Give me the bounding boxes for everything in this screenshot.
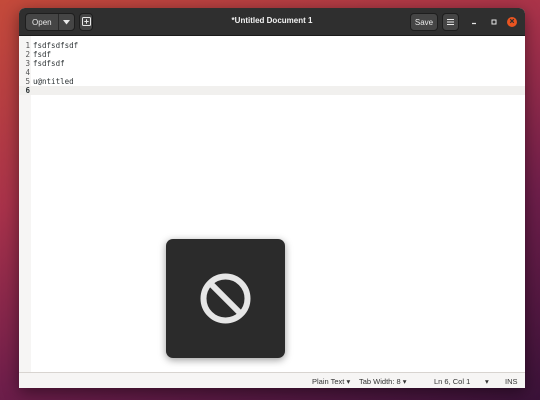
- chevron-down-icon[interactable]: ▾: [485, 377, 489, 386]
- header-bar: Open *Untitled Document 1 Save: [19, 8, 525, 36]
- minimize-icon: [471, 18, 477, 27]
- close-icon: [509, 18, 515, 26]
- line-text[interactable]: fsdfsdfsdf: [33, 41, 78, 50]
- menu-button[interactable]: [442, 13, 459, 31]
- chevron-down-icon: ▾: [346, 377, 351, 386]
- save-button[interactable]: Save: [410, 13, 438, 31]
- close-button[interactable]: [507, 17, 517, 27]
- line-number: 2: [25, 50, 30, 59]
- language-selector[interactable]: Plain Text ▾: [312, 377, 350, 386]
- tab-width-selector[interactable]: Tab Width: 8 ▾: [359, 377, 407, 386]
- line-number: 3: [25, 59, 30, 68]
- line-number: 6: [25, 86, 30, 95]
- status-bar: Plain Text ▾ Tab Width: 8 ▾ Ln 6, Col 1 …: [19, 372, 525, 388]
- no-entry-icon: [200, 273, 251, 324]
- hamburger-menu-icon: [447, 18, 454, 27]
- osd-popup: [166, 239, 285, 358]
- line-number: 1: [25, 41, 30, 50]
- insert-mode-indicator[interactable]: INS: [505, 377, 518, 386]
- line-text[interactable]: fsdfsdf: [33, 59, 65, 68]
- chevron-down-icon: ▾: [402, 377, 407, 386]
- editor-line[interactable]: 4: [19, 68, 525, 77]
- tab-width-label: Tab Width: 8: [359, 377, 401, 386]
- editor-line[interactable]: 1 fsdfsdfsdf: [19, 41, 525, 50]
- editor-line[interactable]: 3 fsdfsdf: [19, 59, 525, 68]
- editor-line[interactable]: 2 fsdf: [19, 50, 525, 59]
- maximize-icon: [491, 18, 497, 27]
- minimize-button[interactable]: [469, 17, 479, 27]
- maximize-button[interactable]: [489, 17, 499, 27]
- line-number: 4: [25, 68, 30, 77]
- line-number: 5: [25, 77, 30, 86]
- editor-line[interactable]: 5 u@ntitled: [19, 77, 525, 86]
- line-text[interactable]: fsdf: [33, 50, 51, 59]
- editor-line[interactable]: 6: [19, 86, 525, 95]
- line-text[interactable]: u@ntitled: [33, 77, 74, 86]
- cursor-position[interactable]: Ln 6, Col 1: [434, 377, 470, 386]
- language-label: Plain Text: [312, 377, 345, 386]
